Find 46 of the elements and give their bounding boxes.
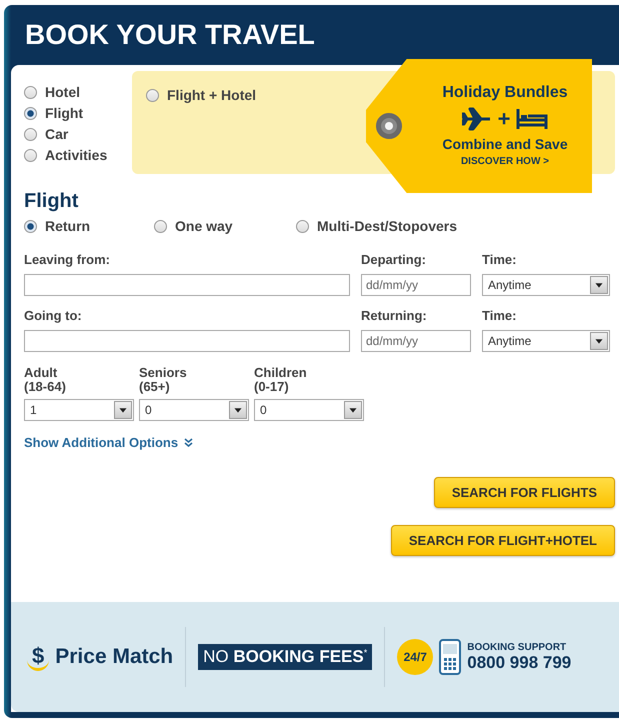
support-label: BOOKING SUPPORT <box>467 642 568 652</box>
price-match-text: Price Match <box>55 645 174 669</box>
count-select[interactable]: 0 <box>139 399 249 421</box>
radio-option[interactable]: Return <box>24 218 90 234</box>
field-label: Returning: <box>361 308 427 324</box>
field-label: Time: <box>482 252 516 268</box>
field-label: Going to: <box>24 308 82 324</box>
price-match-logo: $ <box>27 644 50 670</box>
additional-options-link[interactable]: Show Additional Options <box>24 435 194 450</box>
plane-icon <box>462 107 492 131</box>
phone-icon <box>439 639 462 675</box>
bed-icon <box>516 107 548 131</box>
discover-link[interactable]: DISCOVER HOW > <box>460 156 550 168</box>
radio-option[interactable]: One way <box>154 218 233 234</box>
radio-option[interactable]: Car <box>24 126 120 142</box>
radio-option[interactable]: Activities <box>24 147 120 163</box>
hours-badge: 24/7 <box>397 639 434 675</box>
time-select[interactable]: Anytime <box>482 274 610 296</box>
promo-tag[interactable]: Holiday Bundles + Combine and Save DISCOVER HOW > <box>366 59 592 193</box>
date-input[interactable]: dd/mm/yy <box>361 330 471 352</box>
search-button[interactable]: SEARCH FOR FLIGHT+HOTEL <box>390 525 615 556</box>
passenger-label: Adult (18-64) <box>24 366 67 394</box>
date-input[interactable]: dd/mm/yy <box>361 274 471 296</box>
count-select[interactable]: 0 <box>254 399 364 421</box>
phone-number: 0800 998 799 <box>467 652 572 672</box>
radio-option[interactable]: Multi-Dest/Stopovers <box>296 218 458 234</box>
section-title: Flight <box>24 190 80 213</box>
double-chevron-icon <box>184 438 194 447</box>
passenger-label: Children (0-17) <box>254 366 308 394</box>
field-label: Time: <box>482 308 516 324</box>
no-fees-badge: NO BOOKING FEES$^{*}$ <box>198 644 372 670</box>
count-select[interactable]: 1 <box>24 399 134 421</box>
place-input[interactable] <box>24 274 350 296</box>
search-button[interactable]: SEARCH FOR FLIGHTS <box>434 477 615 508</box>
tag-title: Holiday Bundles <box>442 84 568 102</box>
widget-title: BOOK YOUR TRAVEL <box>25 19 315 51</box>
field-label: Leaving from: <box>24 252 110 268</box>
place-input[interactable] <box>24 330 350 352</box>
radio-option[interactable]: Flight <box>24 105 120 121</box>
radio-option[interactable]: Flight + Hotel <box>146 87 256 103</box>
passenger-label: Seniors (65+) <box>139 366 188 394</box>
plus-sign: + <box>498 106 510 132</box>
field-label: Departing: <box>361 252 426 268</box>
radio-option[interactable]: Hotel <box>24 84 120 100</box>
time-select[interactable]: Anytime <box>482 330 610 352</box>
tag-subtitle: Combine and Save <box>442 136 568 152</box>
